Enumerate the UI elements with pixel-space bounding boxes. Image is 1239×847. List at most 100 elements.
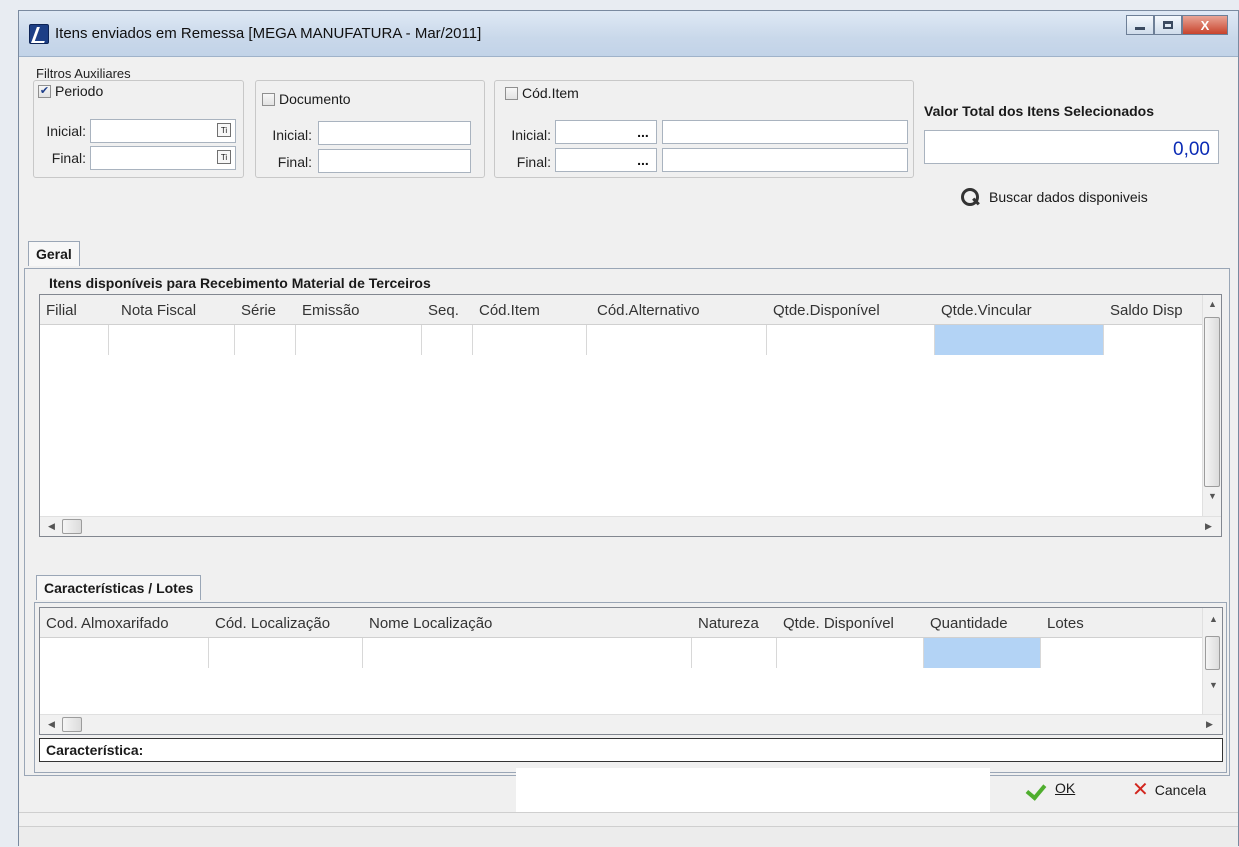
periodo-inicial-input[interactable]: Ti xyxy=(90,119,236,143)
selected-cell[interactable] xyxy=(935,325,1104,355)
table-cell[interactable] xyxy=(587,325,767,355)
scroll-down-icon[interactable]: ▼ xyxy=(1208,491,1217,501)
footer-divider xyxy=(19,812,1238,813)
minimize-button[interactable] xyxy=(1126,15,1154,35)
cod-item-inicial-input[interactable]: ... xyxy=(555,120,657,144)
scroll-thumb[interactable] xyxy=(1205,636,1220,670)
cod-item-group: Cód.Item Inicial: ... Final: ... xyxy=(494,80,914,178)
status-bar xyxy=(19,826,1238,847)
periodo-group: ✔ Periodo Inicial: Ti Final: Ti xyxy=(33,80,244,178)
table-cell[interactable] xyxy=(235,325,296,355)
cod-item-inicial-desc[interactable] xyxy=(662,120,908,144)
table-cell[interactable] xyxy=(767,325,935,355)
col-serie[interactable]: Série xyxy=(235,295,296,325)
documento-checkbox[interactable]: Documento xyxy=(262,91,351,107)
calendar-icon[interactable]: Ti xyxy=(217,123,231,137)
col-nome-localizacao[interactable]: Nome Localização xyxy=(363,608,692,638)
check-icon xyxy=(1027,780,1049,796)
col-natureza[interactable]: Natureza xyxy=(692,608,777,638)
scroll-left-icon[interactable]: ◀ xyxy=(48,521,55,532)
col-saldo-disp[interactable]: Saldo Disp xyxy=(1104,295,1204,325)
cancel-icon: ✕ xyxy=(1132,779,1149,801)
app-icon xyxy=(29,24,49,44)
scroll-thumb[interactable] xyxy=(62,717,82,732)
col-cod-almoxarifado[interactable]: Cod. Almoxarifado xyxy=(40,608,209,638)
selected-cell[interactable] xyxy=(924,638,1041,668)
cod-item-final-input[interactable]: ... xyxy=(555,148,657,172)
lotes-vertical-scrollbar[interactable]: ▲ ▼ xyxy=(1202,608,1222,715)
table-cell[interactable] xyxy=(209,638,363,668)
scroll-thumb[interactable] xyxy=(1204,317,1220,487)
table-cell[interactable] xyxy=(296,325,422,355)
table-cell[interactable] xyxy=(422,325,473,355)
table-cell[interactable] xyxy=(1104,325,1202,355)
documento-group: Documento Inicial: Final: xyxy=(255,80,485,178)
items-horizontal-scrollbar[interactable]: ◀ ▶ xyxy=(40,516,1221,536)
maximize-button[interactable] xyxy=(1154,15,1182,35)
table-row[interactable] xyxy=(40,638,1202,668)
ellipsis-icon[interactable]: ... xyxy=(632,150,654,170)
scroll-up-icon[interactable]: ▲ xyxy=(1208,299,1217,309)
col-cod-localizacao[interactable]: Cód. Localização xyxy=(209,608,363,638)
documento-check-box xyxy=(262,92,275,106)
periodo-final-input[interactable]: Ti xyxy=(90,146,236,170)
col-cod-item[interactable]: Cód.Item xyxy=(473,295,587,325)
col-cod-alternativo[interactable]: Cód.Alternativo xyxy=(587,295,767,325)
buscar-button[interactable]: Buscar dados disponiveis xyxy=(959,186,1148,208)
periodo-checkbox[interactable]: ✔ Periodo xyxy=(38,83,103,99)
documento-inicial-input[interactable] xyxy=(318,121,471,145)
col-qtde-vincular[interactable]: Qtde.Vincular xyxy=(935,295,1104,325)
col-qtde-disponivel[interactable]: Qtde.Disponível xyxy=(767,295,935,325)
items-vertical-scrollbar[interactable]: ▲ ▼ xyxy=(1202,295,1221,517)
col-qtde-disponivel[interactable]: Qtde. Disponível xyxy=(777,608,924,638)
cod-item-final-desc[interactable] xyxy=(662,148,908,172)
tab-geral[interactable]: Geral xyxy=(28,241,80,266)
scroll-right-icon[interactable]: ▶ xyxy=(1205,521,1212,532)
geral-panel: Itens disponíveis para Recebimento Mater… xyxy=(24,268,1230,776)
table-cell[interactable] xyxy=(777,638,924,668)
table-cell[interactable] xyxy=(109,325,235,355)
scroll-down-icon[interactable]: ▼ xyxy=(1209,680,1218,690)
scroll-left-icon[interactable]: ◀ xyxy=(48,719,55,730)
scroll-up-icon[interactable]: ▲ xyxy=(1209,614,1218,624)
cod-item-check-box xyxy=(505,86,518,100)
calendar-icon[interactable]: Ti xyxy=(217,150,231,164)
ellipsis-icon[interactable]: ... xyxy=(632,122,654,142)
lotes-horizontal-scrollbar[interactable]: ◀ ▶ xyxy=(40,714,1222,734)
lotes-grid[interactable]: Cod. Almoxarifado Cód. Localização Nome … xyxy=(39,607,1223,735)
periodo-final-label: Final: xyxy=(51,150,86,166)
periodo-inicial-label: Inicial: xyxy=(46,123,86,139)
tab-caracteristicas-lotes[interactable]: Características / Lotes xyxy=(36,575,202,600)
footer-blank-area xyxy=(516,768,990,812)
col-lotes[interactable]: Lotes xyxy=(1041,608,1181,638)
table-cell[interactable] xyxy=(40,638,209,668)
table-cell[interactable] xyxy=(692,638,777,668)
col-seq[interactable]: Seq. xyxy=(422,295,473,325)
documento-final-input[interactable] xyxy=(318,149,471,173)
table-cell[interactable] xyxy=(473,325,587,355)
scroll-right-icon[interactable]: ▶ xyxy=(1206,719,1213,730)
cancel-button[interactable]: ✕ Cancela xyxy=(1132,780,1206,800)
col-emissao[interactable]: Emissão xyxy=(296,295,422,325)
table-cell[interactable] xyxy=(1041,638,1202,668)
close-button[interactable]: X xyxy=(1182,15,1228,35)
title-bar: Itens enviados em Remessa [MEGA MANUFATU… xyxy=(19,11,1238,57)
minimize-icon xyxy=(1135,26,1145,30)
periodo-label: Periodo xyxy=(55,83,104,99)
search-icon xyxy=(959,186,983,208)
table-row[interactable] xyxy=(40,325,1202,355)
periodo-check-icon: ✔ xyxy=(38,84,51,98)
col-nota-fiscal[interactable]: Nota Fiscal xyxy=(109,295,235,325)
ok-label: OK xyxy=(1055,780,1076,796)
items-grid[interactable]: Filial Nota Fiscal Série Emissão Seq. Có… xyxy=(39,294,1222,537)
table-cell[interactable] xyxy=(363,638,692,668)
documento-label: Documento xyxy=(279,91,351,107)
lotes-grid-header: Cod. Almoxarifado Cód. Localização Nome … xyxy=(40,608,1204,638)
cod-item-checkbox[interactable]: Cód.Item xyxy=(505,85,579,101)
col-quantidade[interactable]: Quantidade xyxy=(924,608,1041,638)
col-filial[interactable]: Filial xyxy=(40,295,109,325)
table-cell[interactable] xyxy=(40,325,109,355)
scroll-thumb[interactable] xyxy=(62,519,82,534)
window-title: Itens enviados em Remessa [MEGA MANUFATU… xyxy=(55,25,482,42)
ok-button[interactable]: OK xyxy=(1027,780,1075,796)
